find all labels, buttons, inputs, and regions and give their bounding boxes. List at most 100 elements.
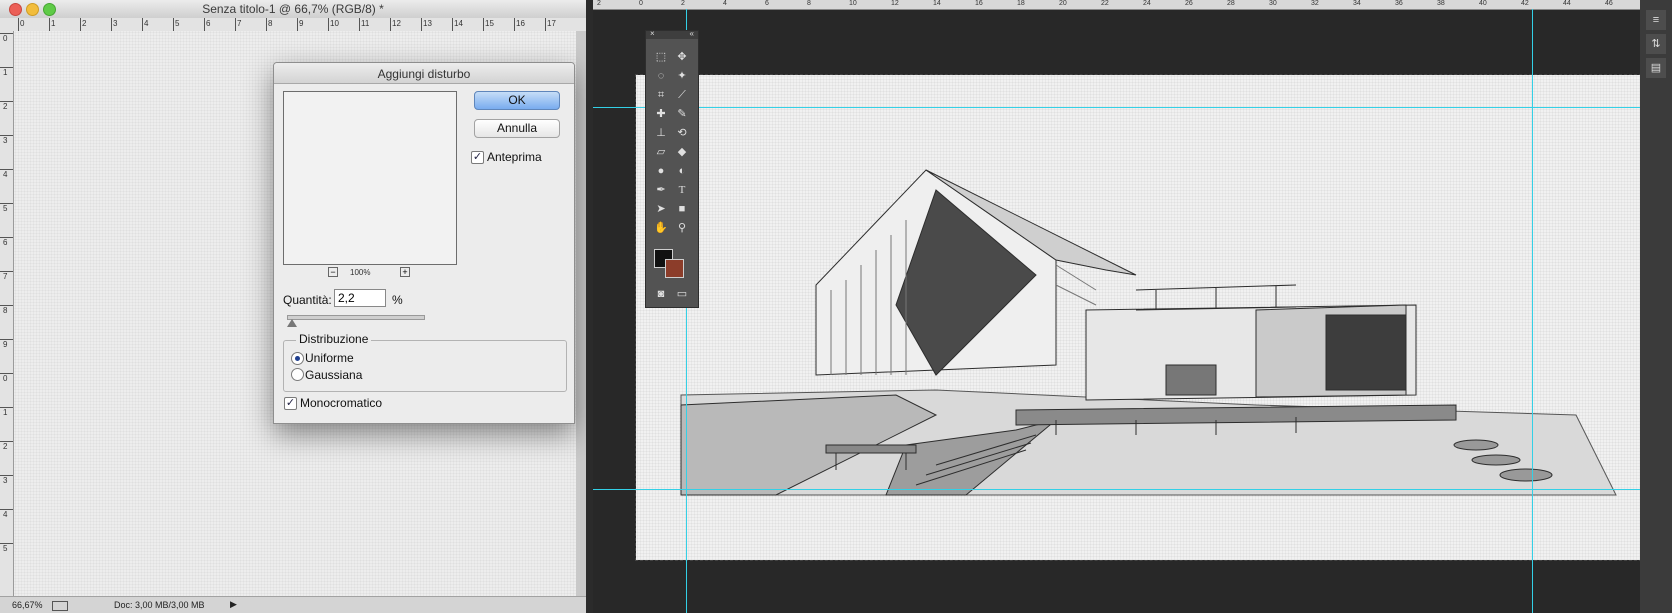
tools-panel-header[interactable]: × « bbox=[646, 29, 698, 39]
bucket-icon[interactable]: ◆ bbox=[673, 144, 691, 160]
ruler-label: 15 bbox=[485, 19, 494, 28]
crop-icon[interactable]: ⌗ bbox=[652, 87, 670, 103]
marquee-icon[interactable]: ⬚ bbox=[652, 49, 670, 65]
monochromatic-checkbox-label: Monocromatico bbox=[300, 396, 383, 410]
move-icon[interactable]: ✥ bbox=[673, 49, 691, 65]
ruler-label: 44 bbox=[1563, 0, 1571, 7]
window-titlebar[interactable]: Senza titolo-1 @ 66,7% (RGB/8) * bbox=[0, 0, 586, 19]
ruler-label: 30 bbox=[1269, 0, 1277, 7]
ruler-tick bbox=[235, 18, 236, 31]
brush-icon[interactable]: ✎ bbox=[673, 106, 691, 122]
adjustments-panel-icon[interactable]: ⇅ bbox=[1646, 34, 1666, 54]
zoom-in-button[interactable]: + bbox=[400, 267, 410, 277]
preview-checkbox-label: Anteprima bbox=[487, 150, 542, 164]
ruler-horizontal-right[interactable]: 2 0 2 4 6 8 10 12 14 16 18 20 22 24 26 28 30 32 34 36 38 40 42… bbox=[593, 0, 1672, 10]
gaussian-radio-label: Gaussiana bbox=[305, 368, 363, 382]
magic-wand-icon[interactable]: ✦ bbox=[673, 68, 691, 84]
guide-horizontal-top[interactable] bbox=[593, 107, 1672, 108]
stamp-icon[interactable]: ⊥ bbox=[652, 125, 670, 141]
ruler-label: 7 bbox=[237, 19, 242, 28]
amount-slider-thumb[interactable] bbox=[287, 319, 298, 327]
ruler-label: 8 bbox=[3, 306, 8, 315]
ruler-label: 46 bbox=[1605, 0, 1613, 7]
eyedropper-icon[interactable]: ⟋ bbox=[673, 87, 691, 103]
gaussian-radio[interactable] bbox=[291, 368, 304, 381]
zoom-icon[interactable]: ⚲ bbox=[673, 220, 691, 236]
ruler-tick bbox=[421, 18, 422, 31]
ruler-label: 4 bbox=[144, 19, 149, 28]
ruler-label: 1 bbox=[51, 19, 56, 28]
ruler-horizontal[interactable]: 0 1 2 3 4 5 6 7 8 9 10 11 12 13 14 15 16 17 bbox=[14, 18, 586, 32]
add-noise-dialog: Aggiungi disturbo − 100% + OK Annulla ✓ … bbox=[273, 62, 575, 424]
ruler-label: 6 bbox=[3, 238, 8, 247]
ruler-label: 5 bbox=[175, 19, 180, 28]
ok-button[interactable]: OK bbox=[474, 91, 560, 110]
cancel-button[interactable]: Annulla bbox=[474, 119, 560, 138]
panel-menu-icon[interactable]: ≡ bbox=[1646, 10, 1666, 30]
blur-icon[interactable]: ● bbox=[652, 163, 670, 179]
ruler-label: 0 bbox=[3, 374, 8, 383]
ruler-label: 32 bbox=[1311, 0, 1319, 7]
ruler-tick bbox=[111, 18, 112, 31]
dialog-titlebar[interactable]: Aggiungi disturbo bbox=[274, 63, 574, 84]
ruler-label: 3 bbox=[113, 19, 118, 28]
dodge-icon[interactable]: ◐ bbox=[673, 163, 691, 179]
status-menu-arrow-icon[interactable]: ▶ bbox=[230, 599, 237, 610]
preview-checkbox[interactable]: ✓ bbox=[471, 151, 484, 164]
hand-icon[interactable]: ✋ bbox=[652, 220, 670, 236]
zoom-level-label: 100% bbox=[350, 268, 371, 277]
ruler-label: 1 bbox=[3, 408, 8, 417]
ruler-corner[interactable] bbox=[0, 18, 15, 32]
properties-panel-icon[interactable]: ▤ bbox=[1646, 58, 1666, 78]
preview-pane[interactable] bbox=[283, 91, 457, 265]
ruler-tick bbox=[142, 18, 143, 31]
ruler-label: 0 bbox=[3, 34, 8, 43]
monochromatic-checkbox[interactable]: ✓ bbox=[284, 397, 297, 410]
amount-input[interactable] bbox=[334, 289, 386, 307]
guide-horizontal-bottom[interactable] bbox=[593, 489, 1672, 490]
background-color-swatch[interactable] bbox=[665, 259, 684, 278]
zoom-field[interactable]: 66,67% bbox=[12, 600, 43, 610]
collapse-icon[interactable]: « bbox=[690, 29, 694, 38]
uniform-radio[interactable] bbox=[291, 352, 304, 365]
ruler-label: 38 bbox=[1437, 0, 1445, 7]
healing-icon[interactable]: ✚ bbox=[652, 106, 670, 122]
guide-vertical-right[interactable] bbox=[1532, 9, 1533, 613]
path-select-icon[interactable]: ➤ bbox=[652, 201, 670, 217]
screen-mode-icon[interactable]: ▭ bbox=[673, 286, 691, 302]
type-icon[interactable]: T bbox=[673, 182, 691, 198]
ruler-label: 8 bbox=[807, 0, 811, 7]
distribution-label: Distribuzione bbox=[296, 332, 372, 346]
pen-icon[interactable]: ✒ bbox=[652, 182, 670, 198]
shape-icon[interactable]: ■ bbox=[673, 201, 691, 217]
ruler-tick bbox=[297, 18, 298, 31]
ruler-tick bbox=[0, 407, 13, 408]
lasso-icon[interactable]: ◌ bbox=[652, 68, 670, 84]
vertical-scrollbar[interactable] bbox=[576, 31, 586, 596]
close-icon[interactable]: × bbox=[650, 29, 655, 38]
zoom-out-button[interactable]: − bbox=[328, 267, 338, 277]
ruler-label: 36 bbox=[1395, 0, 1403, 7]
ruler-label: 11 bbox=[361, 19, 370, 28]
history-brush-icon[interactable]: ⟲ bbox=[673, 125, 691, 141]
ruler-tick bbox=[49, 18, 50, 31]
ruler-label: 7 bbox=[3, 272, 8, 281]
ruler-label: 16 bbox=[975, 0, 983, 7]
radio-selected-dot bbox=[295, 356, 300, 361]
ruler-label: 14 bbox=[933, 0, 941, 7]
eraser-icon[interactable]: ▱ bbox=[652, 144, 670, 160]
amount-slider[interactable] bbox=[287, 315, 425, 320]
ruler-label: 6 bbox=[765, 0, 769, 7]
ruler-label: 12 bbox=[392, 19, 401, 28]
tools-panel: × « ⬚ ✥ ◌ ✦ ⌗ ⟋ ✚ ✎ ⊥ ⟲ ▱ ◆ ● ◐ ✒ T ➤ ■ … bbox=[645, 29, 699, 308]
quick-mask-icon[interactable]: ◙ bbox=[652, 286, 670, 302]
ruler-label: 18 bbox=[1017, 0, 1025, 7]
ruler-label: 17 bbox=[547, 19, 556, 28]
dialog-title: Aggiungi disturbo bbox=[377, 67, 471, 81]
ruler-vertical[interactable]: 0 1 2 3 4 5 6 7 8 9 0 1 2 3 4 5 bbox=[0, 31, 14, 596]
ruler-tick bbox=[0, 101, 13, 102]
window-title: Senza titolo-1 @ 66,7% (RGB/8) * bbox=[202, 2, 384, 16]
ruler-label: 4 bbox=[3, 510, 8, 519]
doc-status-icon[interactable] bbox=[52, 601, 68, 611]
document-canvas-right[interactable] bbox=[635, 74, 1662, 561]
